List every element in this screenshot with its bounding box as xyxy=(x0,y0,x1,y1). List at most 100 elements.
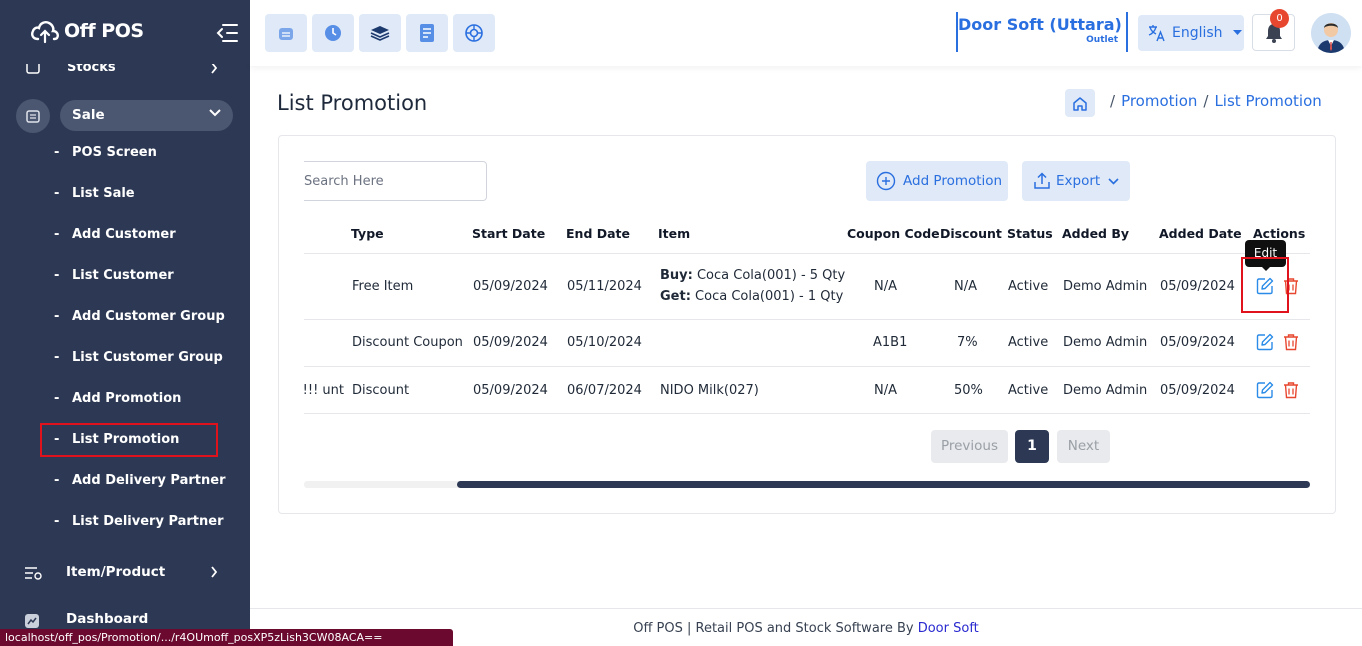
sale-menu-toggle[interactable]: Sale xyxy=(60,100,233,131)
edit-icon[interactable] xyxy=(1256,333,1274,351)
cell-start-date: 05/09/2024 xyxy=(473,383,548,398)
cell-end-date: 05/10/2024 xyxy=(567,335,642,350)
sidebar-item-label: Add Customer xyxy=(72,227,176,242)
sidebar-item-label: Dashboard xyxy=(66,611,149,627)
column-header-added-date[interactable]: Added Date xyxy=(1159,226,1242,241)
column-header-actions: Actions xyxy=(1253,226,1306,241)
cell-type: Discount xyxy=(352,383,410,398)
layers-shortcut-button[interactable] xyxy=(359,14,401,52)
cell-discount: 7% xyxy=(957,335,978,350)
translate-icon xyxy=(1148,25,1165,42)
column-header-discount[interactable]: Discount xyxy=(940,226,1002,241)
cell-end-date: 05/11/2024 xyxy=(567,279,642,294)
document-icon xyxy=(420,24,434,42)
breadcrumb-promotion[interactable]: Promotion xyxy=(1121,92,1197,110)
sidebar: Stocks Off POS Sale - POS Screen - List Sa… xyxy=(0,0,250,646)
horizontal-scrollbar-thumb[interactable] xyxy=(457,481,1310,488)
outlet-type: Outlet xyxy=(1086,35,1118,45)
active-item-highlight xyxy=(40,423,218,457)
cell-title: unt !!! xyxy=(304,383,344,398)
sidebar-item-label: Add Customer Group xyxy=(72,309,225,324)
user-avatar[interactable] xyxy=(1311,13,1351,53)
pagination-previous-button[interactable]: Previous xyxy=(931,430,1008,463)
sidebar-item-add-customer-group[interactable]: - Add Customer Group xyxy=(54,309,225,329)
edit-icon[interactable] xyxy=(1256,381,1274,399)
sidebar-item-add-customer[interactable]: - Add Customer xyxy=(54,227,176,247)
column-header-coupon-code[interactable]: Coupon Code xyxy=(847,226,940,241)
sidebar-item-label: Item/Product xyxy=(66,564,166,580)
brand-header: Off POS xyxy=(0,0,250,64)
search-box[interactable] xyxy=(304,161,487,201)
column-header-end-date[interactable]: End Date xyxy=(566,226,630,241)
sidebar-item-label: Add Promotion xyxy=(72,391,182,406)
brand-name: Off POS xyxy=(64,20,144,42)
delete-icon[interactable] xyxy=(1282,333,1300,351)
cell-item-buy: Buy: Coca Cola(001) - 5 Qty xyxy=(660,268,845,283)
upload-icon xyxy=(1034,172,1050,189)
breadcrumb: / Promotion / List Promotion xyxy=(1110,92,1322,110)
footer-link[interactable]: Door Soft xyxy=(918,621,979,636)
column-header-type[interactable]: Type xyxy=(351,226,384,241)
cell-discount: 50% xyxy=(954,383,983,398)
outlet-selector[interactable]: Door Soft (Uttara) Outlet xyxy=(956,12,1128,52)
pagination-next-button[interactable]: Next xyxy=(1057,430,1110,463)
table-divider xyxy=(304,413,1310,414)
table-divider xyxy=(304,319,1310,320)
item-get-label: Get: xyxy=(660,289,691,304)
sidebar-item-list-sale[interactable]: - List Sale xyxy=(54,186,135,206)
table-divider xyxy=(304,253,1310,254)
sidebar-collapse-icon[interactable] xyxy=(216,23,238,43)
invoice-shortcut-button[interactable] xyxy=(406,14,448,52)
item-buy-value: Coca Cola(001) - 5 Qty xyxy=(696,268,846,283)
language-dropdown[interactable]: English xyxy=(1138,15,1244,51)
column-header-start-date[interactable]: Start Date xyxy=(472,226,545,241)
cell-start-date: 05/09/2024 xyxy=(473,279,548,294)
sidebar-item-label: List Customer xyxy=(72,268,174,283)
chevron-right-icon xyxy=(211,566,218,578)
cell-coupon-code: N/A xyxy=(874,383,897,398)
sidebar-item-add-delivery-partner[interactable]: - Add Delivery Partner xyxy=(54,473,225,493)
column-header-status[interactable]: Status xyxy=(1007,226,1053,241)
sidebar-item-label: POS Screen xyxy=(72,145,157,160)
home-icon xyxy=(1073,96,1087,111)
sidebar-item-pos-screen[interactable]: - POS Screen xyxy=(54,145,157,165)
cell-status: Active xyxy=(1008,383,1049,398)
page-title: List Promotion xyxy=(277,91,428,115)
pagination-page-button[interactable]: 1 xyxy=(1015,430,1049,463)
sidebar-section-sale[interactable]: Sale xyxy=(16,99,234,133)
pos-shortcut-button[interactable] xyxy=(265,14,307,52)
sidebar-item-list-customer[interactable]: - List Customer xyxy=(54,268,174,288)
column-header-added-by[interactable]: Added By xyxy=(1062,226,1129,241)
cell-added-by: Demo Admin xyxy=(1063,335,1148,350)
sidebar-item-list-customer-group[interactable]: - List Customer Group xyxy=(54,350,223,370)
cell-type: Discount Coupon xyxy=(352,335,463,350)
column-header-item[interactable]: Item xyxy=(658,226,690,241)
cell-start-date: 05/09/2024 xyxy=(473,335,548,350)
item-get-value: Coca Cola(001) - 1 Qty xyxy=(695,289,844,304)
sidebar-item-product[interactable]: Item/Product xyxy=(24,564,224,586)
item-product-icon xyxy=(25,567,42,580)
edit-button-highlight xyxy=(1241,257,1289,313)
sidebar-item-label: List Customer Group xyxy=(72,350,223,365)
add-promotion-button[interactable]: Add Promotion xyxy=(866,161,1008,201)
search-input[interactable] xyxy=(304,162,486,200)
outlet-name: Door Soft (Uttara) xyxy=(958,15,1122,34)
delete-icon[interactable] xyxy=(1282,381,1300,399)
sidebar-item-label: List Delivery Partner xyxy=(72,514,224,529)
cell-item: NIDO Milk(027) xyxy=(660,383,759,398)
brand-logo[interactable]: Off POS xyxy=(30,18,144,44)
sale-label: Sale xyxy=(72,107,105,123)
plus-circle-icon xyxy=(876,171,896,191)
sidebar-item-add-promotion[interactable]: - Add Promotion xyxy=(54,391,181,411)
export-button[interactable]: Export xyxy=(1022,161,1130,201)
breadcrumb-home-button[interactable] xyxy=(1065,89,1095,117)
chevron-down-icon xyxy=(1108,177,1119,185)
sidebar-item-list-delivery-partner[interactable]: - List Delivery Partner xyxy=(54,514,224,534)
notification-count-badge: 0 xyxy=(1270,9,1289,28)
language-label: English xyxy=(1172,25,1223,41)
history-shortcut-button[interactable] xyxy=(312,14,354,52)
cell-end-date: 06/07/2024 xyxy=(567,383,642,398)
dashboard-icon xyxy=(25,614,39,628)
cell-added-date: 05/09/2024 xyxy=(1160,279,1235,294)
support-shortcut-button[interactable] xyxy=(453,14,495,52)
